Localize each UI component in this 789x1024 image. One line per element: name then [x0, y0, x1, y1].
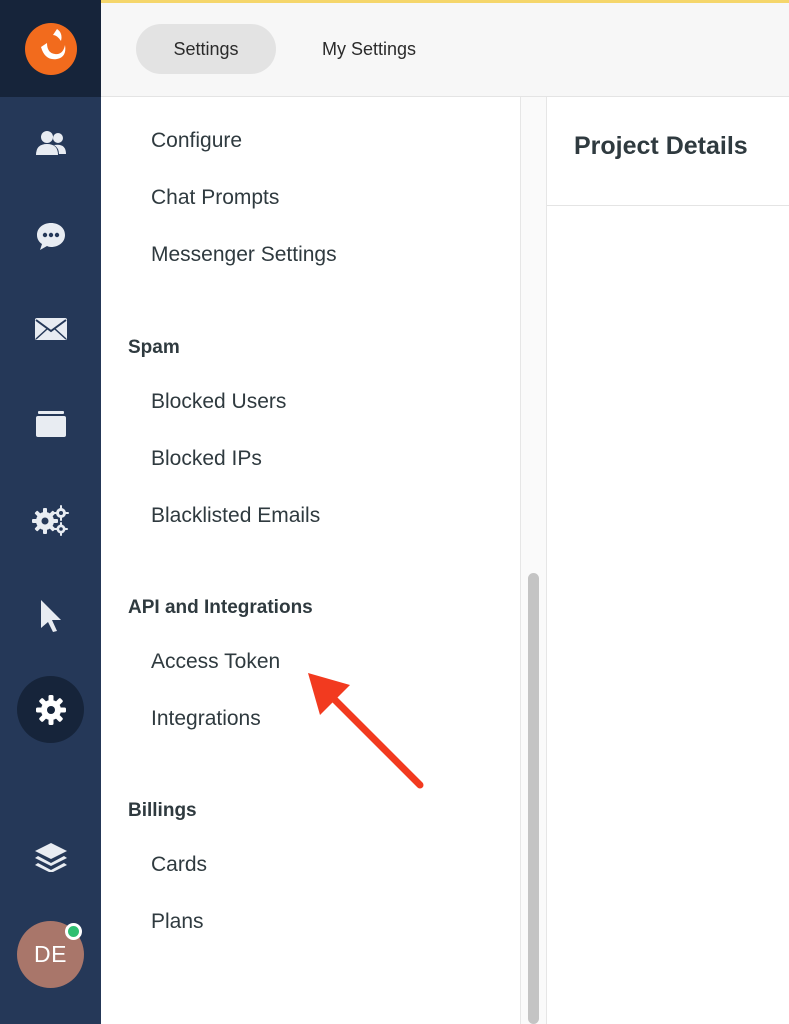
chat-bubble-icon: [36, 223, 65, 250]
menu-item-blocked-users[interactable]: Blocked Users: [151, 390, 286, 414]
envelope-icon: [34, 318, 67, 340]
settings-gear-icon: [35, 694, 66, 725]
brand-logo-icon: [24, 22, 77, 75]
folder-icon: [35, 411, 66, 437]
rail-chat[interactable]: [0, 206, 101, 266]
panel-divider: [546, 97, 547, 1024]
clipped-menu-item: [251, 171, 391, 183]
top-header: Settings My Settings: [101, 3, 789, 97]
settings-menu: Configure Chat Prompts Messenger Setting…: [101, 97, 522, 1024]
pointer-icon: [40, 600, 61, 632]
rail-users[interactable]: [0, 113, 101, 173]
rail-email[interactable]: [0, 299, 101, 359]
menu-heading-spam: Spam: [128, 337, 180, 358]
avatar-initials: DE: [34, 941, 67, 967]
menu-item-integrations[interactable]: Integrations: [151, 707, 261, 731]
online-status-dot: [65, 923, 82, 940]
tab-settings[interactable]: Settings: [136, 24, 276, 74]
menu-item-plans[interactable]: Plans: [151, 910, 204, 934]
rail-folder[interactable]: [0, 394, 101, 454]
tab-my-settings[interactable]: My Settings: [301, 24, 437, 74]
rail-campaigns[interactable]: [0, 586, 101, 646]
menu-item-configure[interactable]: Configure: [151, 129, 242, 153]
gears-icon: [31, 505, 69, 536]
left-nav-rail: [0, 0, 101, 1024]
layers-icon: [34, 843, 67, 872]
menu-scrollbar-thumb[interactable]: [528, 573, 539, 1024]
rail-settings[interactable]: [17, 676, 84, 743]
menu-item-cards[interactable]: Cards: [151, 853, 207, 877]
rail-automation[interactable]: [0, 490, 101, 550]
menu-item-access-token[interactable]: Access Token: [151, 650, 280, 674]
panel-title: Project Details: [574, 132, 748, 160]
menu-item-messenger-settings[interactable]: Messenger Settings: [151, 243, 337, 267]
menu-item-blacklisted-emails[interactable]: Blacklisted Emails: [151, 504, 320, 528]
rail-layers[interactable]: [0, 827, 101, 887]
brand-logo[interactable]: [0, 0, 101, 97]
panel-title-rule: [547, 205, 789, 206]
menu-item-blocked-ips[interactable]: Blocked IPs: [151, 447, 262, 471]
menu-heading-billings: Billings: [128, 800, 197, 821]
red-arrow-icon: [308, 673, 424, 789]
menu-item-chat-prompts[interactable]: Chat Prompts: [151, 186, 279, 210]
users-icon: [35, 131, 66, 155]
menu-heading-api-integrations: API and Integrations: [128, 597, 313, 618]
